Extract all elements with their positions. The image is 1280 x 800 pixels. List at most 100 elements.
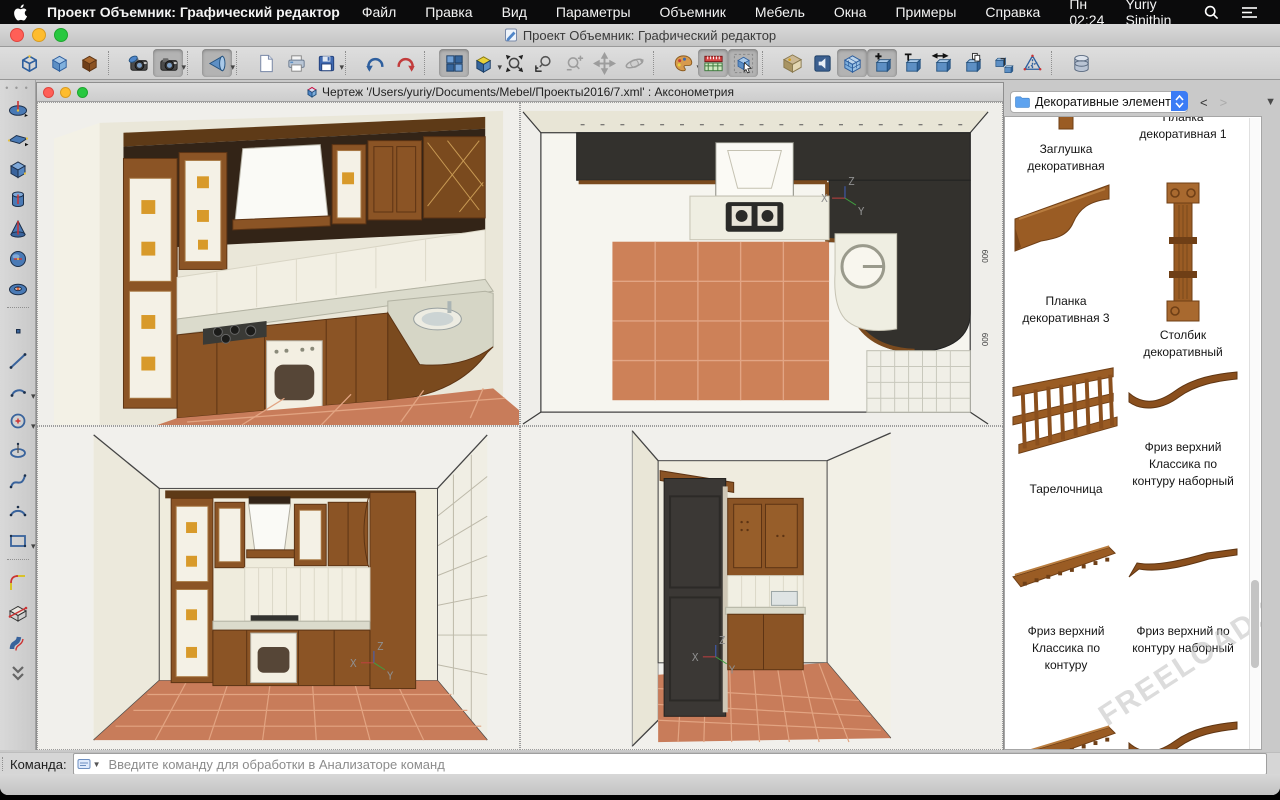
torus-primitive-tool-icon xyxy=(6,277,30,301)
catalog-back-button[interactable]: < xyxy=(1200,95,1208,110)
box-width-button[interactable] xyxy=(927,49,957,77)
spotlight-search-icon[interactable] xyxy=(1204,5,1219,20)
line-tool[interactable] xyxy=(3,346,33,376)
section-tool[interactable] xyxy=(3,598,33,628)
menu-view[interactable]: Вид xyxy=(502,4,527,20)
cylinder-primitive-tool[interactable] xyxy=(3,184,33,214)
dropdown-stepper-icon[interactable] xyxy=(1171,91,1188,111)
ellipse-tool[interactable] xyxy=(3,436,33,466)
box-height-button[interactable] xyxy=(897,49,927,77)
box-primitive-tool[interactable] xyxy=(3,154,33,184)
circle-tool-icon xyxy=(6,409,30,433)
wireframe-cube-button[interactable] xyxy=(14,49,44,77)
arc-3point-tool[interactable] xyxy=(3,496,33,526)
fillet-tool[interactable] xyxy=(3,568,33,598)
menu-windows[interactable]: Окна xyxy=(834,4,867,20)
catalog-item-partial[interactable] xyxy=(1011,721,1121,750)
menu-parameters[interactable]: Параметры xyxy=(556,4,631,20)
perspective-button-icon xyxy=(206,52,229,75)
save-button[interactable] xyxy=(311,49,341,77)
sphere-primitive-tool[interactable] xyxy=(3,244,33,274)
shaded-cube-button[interactable] xyxy=(44,49,74,77)
dimensions-button-icon xyxy=(702,52,725,75)
panel-collapse-icon[interactable]: ▼ xyxy=(1265,96,1276,108)
toolbar-drag-handle[interactable]: • • • xyxy=(5,84,29,92)
four-viewports-button[interactable] xyxy=(439,49,469,77)
grid-cube-button[interactable] xyxy=(837,49,867,77)
catalog-scrollbar[interactable] xyxy=(1249,118,1260,749)
perspective-button[interactable] xyxy=(202,49,232,77)
render-image-button[interactable] xyxy=(123,49,153,77)
new-document-button[interactable] xyxy=(251,49,281,77)
arc-tool[interactable] xyxy=(3,376,33,406)
catalog-item[interactable]: Планка декоративная 1 xyxy=(1127,116,1239,143)
prism-button[interactable] xyxy=(1017,49,1047,77)
rectangle-tool[interactable] xyxy=(3,526,33,556)
apple-menu-icon[interactable] xyxy=(14,4,29,21)
command-bar-handle[interactable] xyxy=(2,757,7,771)
viewport-side-view[interactable]: X Z Y xyxy=(520,426,1003,750)
command-history-icon[interactable] xyxy=(77,758,91,770)
menu-furniture[interactable]: Мебель xyxy=(755,4,805,20)
panel-element-button[interactable] xyxy=(807,49,837,77)
plane-primitive-tool[interactable] xyxy=(3,124,33,154)
print-button[interactable] xyxy=(281,49,311,77)
command-field[interactable]: ▼ xyxy=(73,753,1267,775)
catalog-item[interactable]: Фриз верхний Классика по контуру наборны… xyxy=(1127,365,1239,490)
close-button[interactable] xyxy=(10,28,24,42)
catalog-item-partial[interactable] xyxy=(1127,715,1239,750)
menu-examples[interactable]: Примеры xyxy=(895,4,956,20)
zoom-button[interactable] xyxy=(54,28,68,42)
catalog-item[interactable]: Заглушка декоративная xyxy=(1011,116,1121,175)
catalog-item[interactable]: Столбик декоративный xyxy=(1127,181,1239,361)
disk-primitive-tool[interactable] xyxy=(3,94,33,124)
catalog-scrollbar-thumb[interactable] xyxy=(1251,580,1259,668)
catalog-item[interactable]: Тарелочница xyxy=(1011,365,1121,498)
orbit-button-icon xyxy=(623,52,646,75)
copy-box-button[interactable] xyxy=(957,49,987,77)
menu-help[interactable]: Справка xyxy=(985,4,1040,20)
torus-primitive-tool[interactable] xyxy=(3,274,33,304)
menu-obyemnik[interactable]: Объемник xyxy=(660,4,726,20)
zoom-window-button[interactable] xyxy=(529,49,559,77)
category-dropdown[interactable]: Декоративные элементы xyxy=(1010,91,1188,113)
materials-button[interactable] xyxy=(668,49,698,77)
axis-label-y: Y xyxy=(387,670,394,683)
point-tool[interactable] xyxy=(3,316,33,346)
zoom-extents-button[interactable] xyxy=(499,49,529,77)
menu-edit[interactable]: Правка xyxy=(425,4,472,20)
box-structure-button[interactable] xyxy=(987,49,1017,77)
command-dropdown-icon[interactable]: ▼ xyxy=(93,760,101,769)
viewport-front-view[interactable]: X Z Y xyxy=(37,426,520,750)
dimension-label: 600 xyxy=(980,333,989,347)
axis-label-y: Y xyxy=(858,205,865,218)
camera-view-button[interactable] xyxy=(153,49,183,77)
dimensions-button[interactable] xyxy=(698,49,728,77)
texture-photo-button-icon xyxy=(781,52,804,75)
select-object-button[interactable] xyxy=(728,49,758,77)
cone-primitive-tool[interactable] xyxy=(3,214,33,244)
circle-tool[interactable] xyxy=(3,406,33,436)
viewport-axonometric[interactable] xyxy=(37,102,520,426)
ellipse-tool-icon xyxy=(6,439,30,463)
add-box-button[interactable] xyxy=(867,49,897,77)
command-input[interactable] xyxy=(107,755,1266,773)
notification-center-icon[interactable] xyxy=(1241,5,1258,19)
menu-app-name[interactable]: Проект Объемник: Графический редактор xyxy=(47,4,340,20)
menu-file[interactable]: Файл xyxy=(362,4,396,20)
more-tools-button[interactable] xyxy=(3,658,33,688)
spline-tool[interactable] xyxy=(3,466,33,496)
textured-cube-button[interactable] xyxy=(74,49,104,77)
minimize-button[interactable] xyxy=(32,28,46,42)
catalog-item[interactable]: Фриз верхний Классика по контуру xyxy=(1011,541,1121,674)
view-cube-button[interactable] xyxy=(469,49,499,77)
undo-button[interactable] xyxy=(360,49,390,77)
catalog-panel-header: Декоративные элементы < > ▼ xyxy=(1004,88,1280,116)
redo-button[interactable] xyxy=(390,49,420,77)
viewport-top-view[interactable]: X Z Y 600 600 xyxy=(520,102,1003,426)
sweep-tool[interactable] xyxy=(3,628,33,658)
texture-photo-button[interactable] xyxy=(777,49,807,77)
catalog-item[interactable]: Планка декоративная 3 xyxy=(1011,181,1121,327)
database-button[interactable] xyxy=(1066,49,1096,77)
catalog-forward-button[interactable]: > xyxy=(1220,95,1228,110)
